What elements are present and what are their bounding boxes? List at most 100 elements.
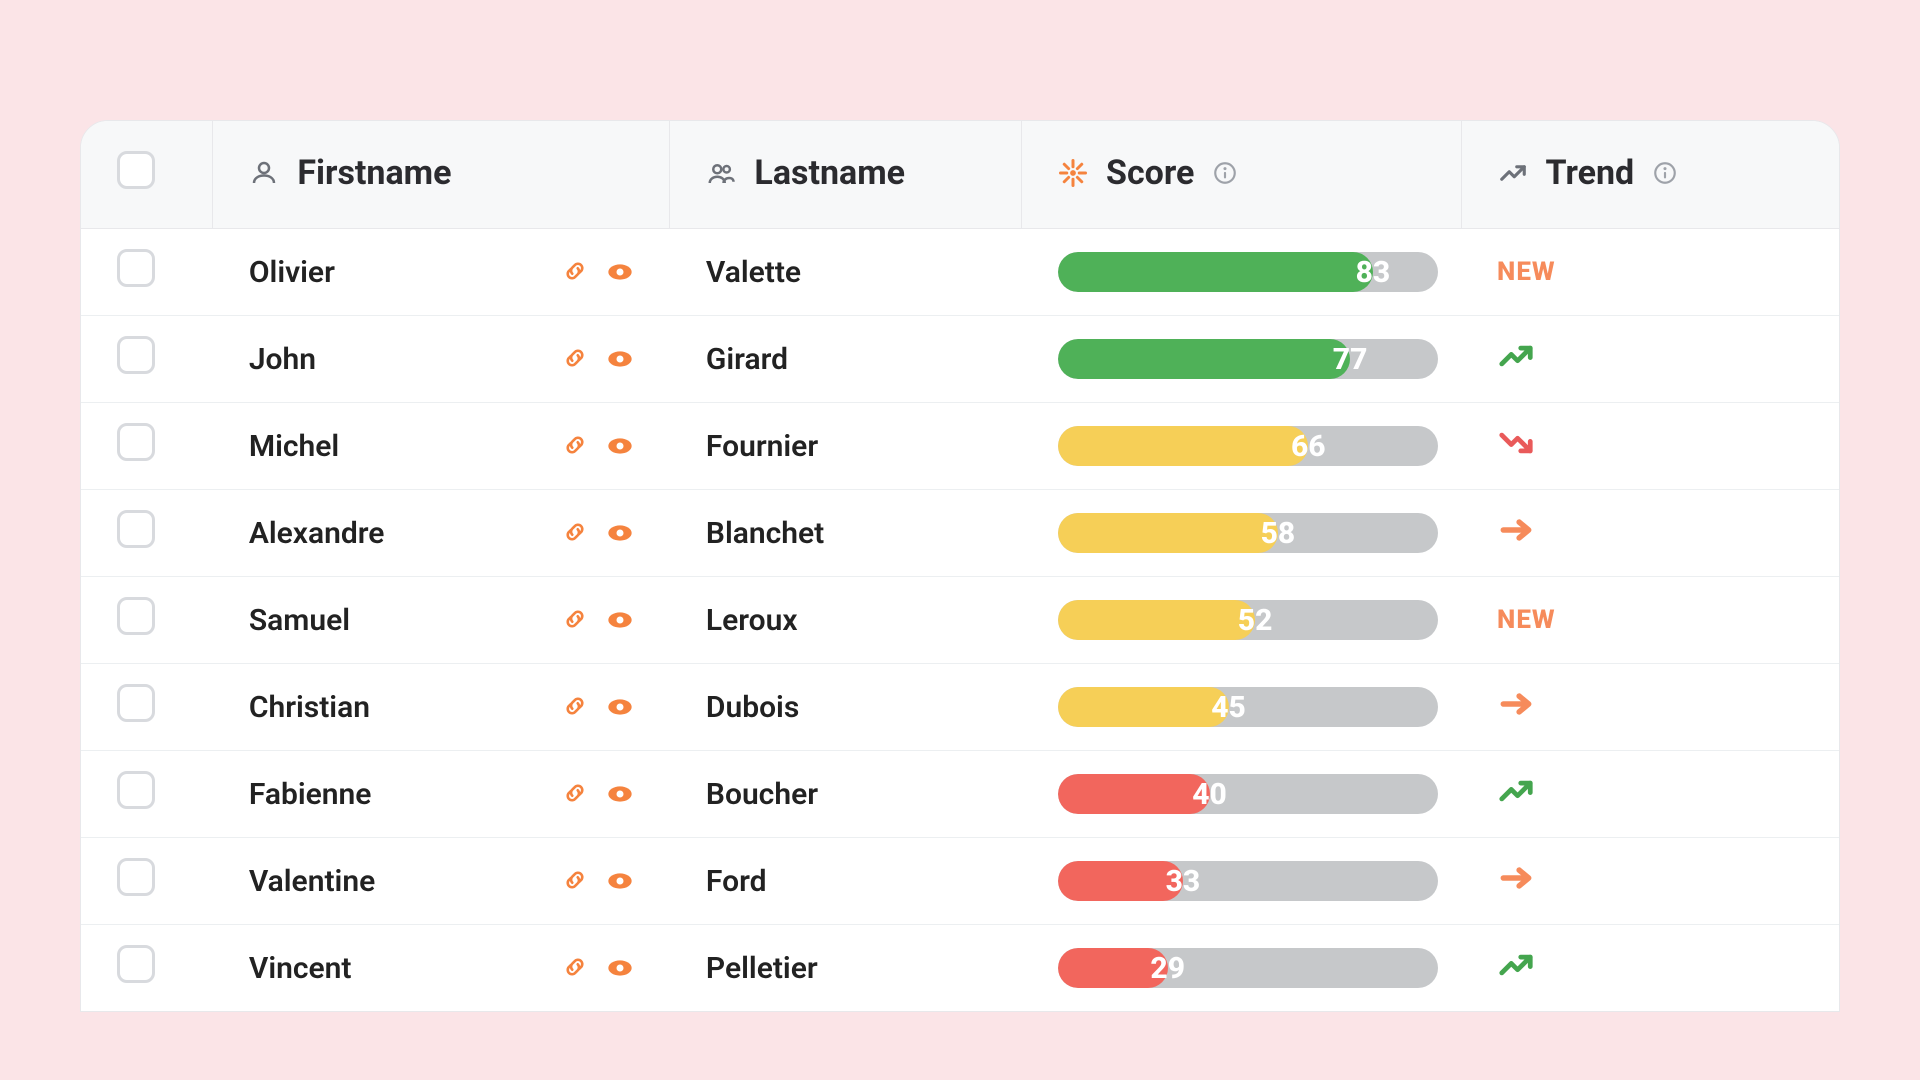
people-icon xyxy=(706,158,736,188)
row-lastname-cell: Girard xyxy=(670,316,1022,403)
row-firstname: Christian xyxy=(249,690,370,725)
row-select-cell[interactable] xyxy=(81,577,213,664)
row-checkbox[interactable] xyxy=(117,597,155,635)
info-icon[interactable] xyxy=(1212,160,1238,186)
row-firstname: Fabienne xyxy=(249,777,372,812)
table-row[interactable]: Alexandre Blanchet 58 xyxy=(81,490,1839,577)
row-select-cell[interactable] xyxy=(81,490,213,577)
eye-icon[interactable] xyxy=(606,345,634,373)
link-icon[interactable] xyxy=(562,954,588,982)
table-row[interactable]: Fabienne Boucher 40 xyxy=(81,751,1839,838)
row-lastname-cell: Fournier xyxy=(670,403,1022,490)
header-score[interactable]: Score xyxy=(1022,121,1462,229)
row-firstname: Vincent xyxy=(249,951,352,986)
row-firstname-cell: Alexandre xyxy=(213,490,670,577)
row-checkbox[interactable] xyxy=(117,858,155,896)
row-checkbox[interactable] xyxy=(117,423,155,461)
row-actions xyxy=(562,693,634,721)
score-bar: 52 xyxy=(1058,600,1438,640)
row-firstname-cell: Michel xyxy=(213,403,670,490)
link-icon[interactable] xyxy=(562,258,588,286)
header-select-all[interactable] xyxy=(81,121,213,229)
score-bar: 45 xyxy=(1058,687,1438,727)
score-value: 77 xyxy=(1333,339,1368,379)
link-icon[interactable] xyxy=(562,867,588,895)
row-checkbox[interactable] xyxy=(117,336,155,374)
eye-icon[interactable] xyxy=(606,867,634,895)
row-select-cell[interactable] xyxy=(81,838,213,925)
info-icon[interactable] xyxy=(1652,160,1678,186)
row-lastname-cell: Boucher xyxy=(670,751,1022,838)
row-lastname: Boucher xyxy=(706,777,818,812)
row-select-cell[interactable] xyxy=(81,751,213,838)
row-checkbox[interactable] xyxy=(117,771,155,809)
link-icon[interactable] xyxy=(562,519,588,547)
row-checkbox[interactable] xyxy=(117,249,155,287)
table-row[interactable]: OlivierValette83NEW xyxy=(81,229,1839,316)
table-row[interactable]: JohnGirard77 xyxy=(81,316,1839,403)
row-actions xyxy=(562,780,634,808)
row-actions xyxy=(562,954,634,982)
row-lastname: Valette xyxy=(706,255,801,290)
row-select-cell[interactable] xyxy=(81,925,213,1012)
link-icon[interactable] xyxy=(562,780,588,808)
row-firstname: Alexandre xyxy=(249,516,385,551)
select-all-checkbox[interactable] xyxy=(117,151,155,189)
row-trend-cell: NEW xyxy=(1461,229,1839,316)
eye-icon[interactable] xyxy=(606,954,634,982)
link-icon[interactable] xyxy=(562,345,588,373)
row-lastname: Leroux xyxy=(706,603,798,638)
score-bar: 58 xyxy=(1058,513,1438,553)
leads-table: Firstname Lastname Score xyxy=(81,121,1839,1011)
link-icon[interactable] xyxy=(562,606,588,634)
row-select-cell[interactable] xyxy=(81,664,213,751)
table-row[interactable]: MichelFournier66 xyxy=(81,403,1839,490)
score-bar: 40 xyxy=(1058,774,1438,814)
trend-new-badge: NEW xyxy=(1497,605,1556,635)
eye-icon[interactable] xyxy=(606,432,634,460)
row-firstname-cell: Samuel xyxy=(213,577,670,664)
header-trend[interactable]: Trend xyxy=(1461,121,1839,229)
row-checkbox[interactable] xyxy=(117,684,155,722)
score-value: 52 xyxy=(1238,600,1273,640)
table-row[interactable]: Vincent Pelletier 29 xyxy=(81,925,1839,1012)
table-row[interactable]: Samuel Leroux 52 NEW xyxy=(81,577,1839,664)
row-score-cell: 29 xyxy=(1022,925,1462,1012)
row-score-cell: 77 xyxy=(1022,316,1462,403)
header-firstname[interactable]: Firstname xyxy=(213,121,670,229)
link-icon[interactable] xyxy=(562,693,588,721)
table-row[interactable]: Christian Dubois 45 xyxy=(81,664,1839,751)
row-actions xyxy=(562,606,634,634)
score-value: 45 xyxy=(1211,687,1246,727)
row-lastname: Blanchet xyxy=(706,516,824,551)
row-lastname-cell: Dubois xyxy=(670,664,1022,751)
eye-icon[interactable] xyxy=(606,693,634,721)
score-value: 29 xyxy=(1150,948,1185,988)
row-checkbox[interactable] xyxy=(117,510,155,548)
row-firstname: Samuel xyxy=(249,603,350,638)
row-lastname: Ford xyxy=(706,864,767,899)
row-actions xyxy=(562,345,634,373)
row-trend-cell: NEW xyxy=(1461,577,1839,664)
row-checkbox[interactable] xyxy=(117,945,155,983)
row-firstname-cell: Christian xyxy=(213,664,670,751)
table-row[interactable]: ValentineFord33 xyxy=(81,838,1839,925)
row-score-cell: 52 xyxy=(1022,577,1462,664)
link-icon[interactable] xyxy=(562,432,588,460)
eye-icon[interactable] xyxy=(606,780,634,808)
row-lastname-cell: Ford xyxy=(670,838,1022,925)
header-lastname[interactable]: Lastname xyxy=(670,121,1022,229)
row-trend-cell xyxy=(1461,838,1839,925)
row-lastname: Pelletier xyxy=(706,951,818,986)
row-firstname: Olivier xyxy=(249,255,335,290)
row-select-cell[interactable] xyxy=(81,229,213,316)
row-select-cell[interactable] xyxy=(81,316,213,403)
row-actions xyxy=(562,258,634,286)
row-firstname: Valentine xyxy=(249,864,375,899)
row-trend-cell xyxy=(1461,316,1839,403)
header-firstname-label: Firstname xyxy=(297,153,451,193)
eye-icon[interactable] xyxy=(606,258,634,286)
eye-icon[interactable] xyxy=(606,519,634,547)
eye-icon[interactable] xyxy=(606,606,634,634)
row-select-cell[interactable] xyxy=(81,403,213,490)
